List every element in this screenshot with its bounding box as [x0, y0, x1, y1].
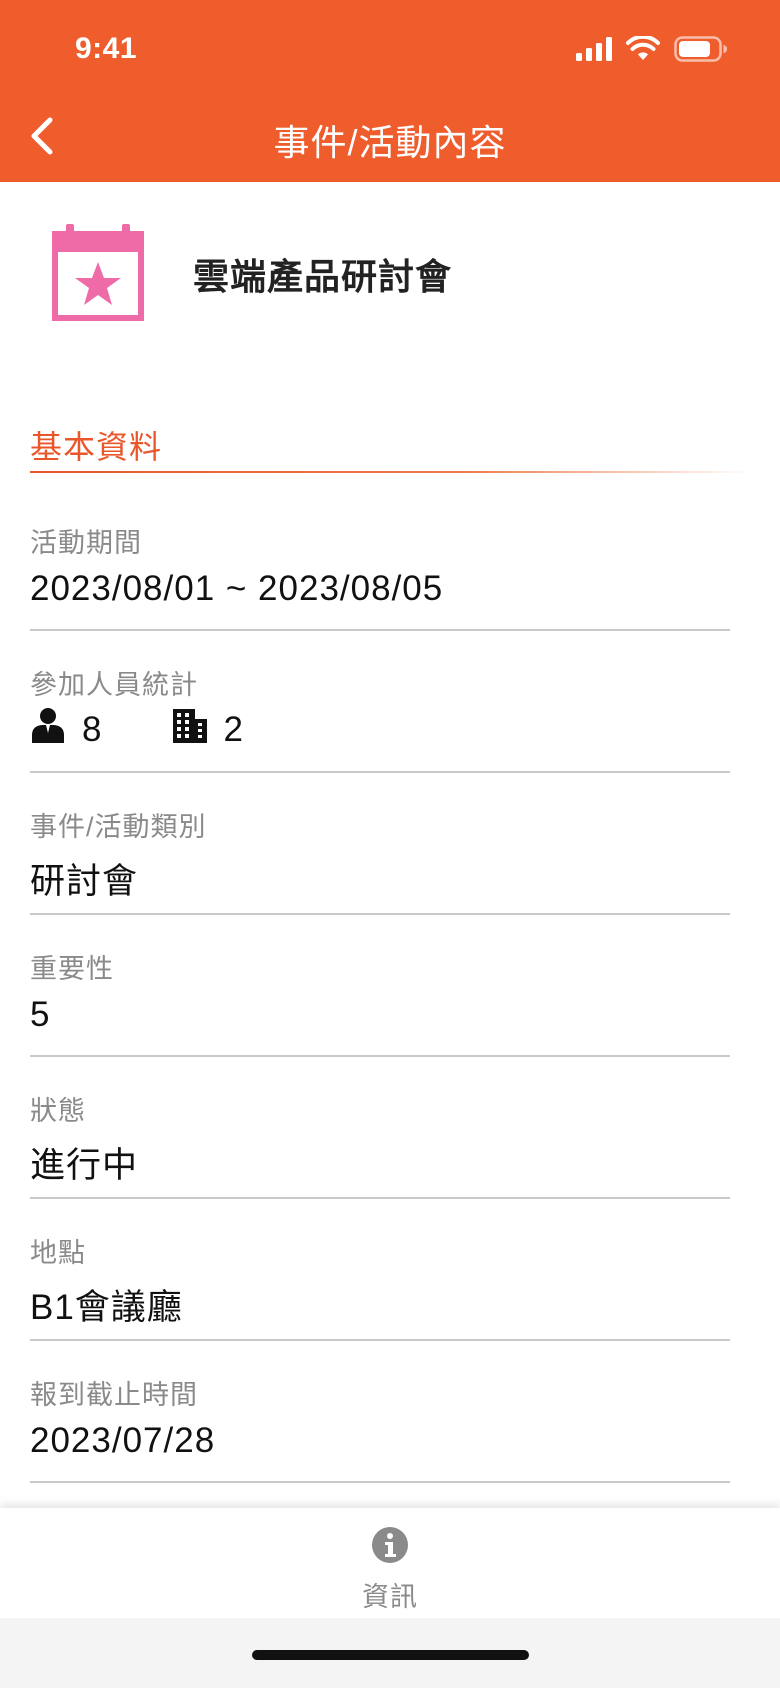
field-value: 2023/08/01 ~ 2023/08/05 — [30, 569, 444, 608]
field-value: 進行中 — [30, 1146, 139, 1185]
page-title: 事件/活動內容 — [273, 122, 507, 163]
field-value: 2023/07/28 — [30, 1421, 216, 1460]
field-location: 地點 B1會議廳 — [30, 1231, 730, 1341]
event-header: 雲端產品研討會 — [0, 182, 780, 362]
section-title: 基本資料 — [30, 429, 163, 465]
home-indicator-area — [0, 1618, 780, 1688]
participant-stats: 8 2 — [30, 707, 313, 752]
details-content: 基本資料 活動期間 2023/08/01 ~ 2023/08/05 參加人員統計… — [0, 362, 780, 1508]
home-indicator[interactable] — [252, 1650, 529, 1660]
field-label: 狀態 — [30, 1096, 86, 1126]
tab-info[interactable]: 資訊 — [340, 1526, 440, 1614]
section-divider — [30, 471, 750, 473]
field-label: 活動期間 — [30, 528, 142, 558]
tab-bar: 資訊 — [0, 1508, 780, 1618]
company-count: 2 — [223, 709, 243, 749]
field-category: 事件/活動類別 研討會 — [30, 805, 730, 915]
status-time: 9:41 — [75, 32, 138, 65]
field-participants: 參加人員統計 8 2 — [30, 663, 730, 773]
field-value: B1會議廳 — [30, 1288, 183, 1327]
building-icon — [171, 707, 208, 752]
field-value: 5 — [30, 995, 51, 1034]
field-importance: 重要性 5 — [30, 947, 730, 1057]
company-stat: 2 — [171, 707, 243, 752]
wifi-icon — [626, 34, 660, 67]
field-label: 參加人員統計 — [30, 670, 198, 700]
event-name: 雲端產品研討會 — [193, 256, 453, 297]
field-label: 地點 — [30, 1238, 86, 1268]
field-label: 重要性 — [30, 954, 114, 984]
field-label: 報到截止時間 — [30, 1380, 198, 1410]
field-status: 狀態 進行中 — [30, 1089, 730, 1199]
top-bar: 9:41 事件/活動內容 — [0, 0, 780, 182]
info-icon — [371, 1526, 409, 1569]
status-icons — [576, 34, 728, 67]
field-deadline: 報到截止時間 2023/07/28 — [30, 1373, 730, 1483]
people-stat: 8 — [30, 707, 101, 752]
battery-icon — [674, 36, 728, 67]
field-label: 事件/活動類別 — [30, 812, 207, 842]
calendar-star-icon — [52, 222, 144, 327]
tab-info-label: 資訊 — [362, 1582, 418, 1612]
field-value: 研討會 — [30, 862, 139, 901]
field-period: 活動期間 2023/08/01 ~ 2023/08/05 — [30, 521, 730, 631]
signal-icon — [576, 37, 612, 66]
people-count: 8 — [82, 709, 102, 749]
person-icon — [30, 707, 66, 752]
